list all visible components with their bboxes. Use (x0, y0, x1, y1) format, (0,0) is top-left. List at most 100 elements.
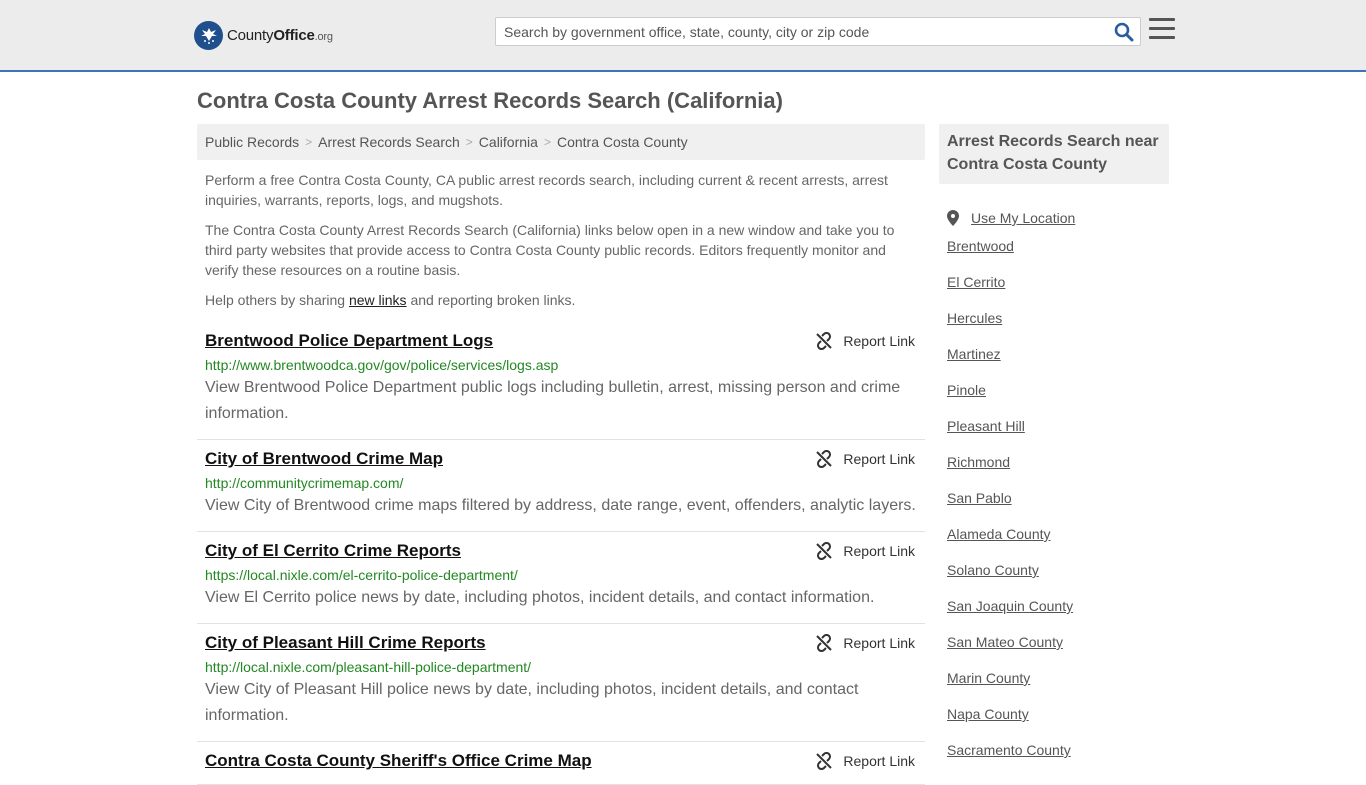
report-link-label: Report Link (843, 543, 915, 559)
new-links-link[interactable]: new links (349, 292, 407, 308)
result-item: Brentwood Police Department Logs Report … (197, 322, 925, 440)
logo-text: CountyOffice.org (227, 27, 333, 44)
search-button[interactable] (1114, 22, 1134, 42)
search-input[interactable] (496, 18, 1106, 45)
sidebar-link[interactable]: Sacramento County (947, 742, 1071, 758)
intro-paragraph-1: Perform a free Contra Costa County, CA p… (205, 172, 888, 208)
report-link-label: Report Link (843, 753, 915, 769)
sidebar-item-richmond: Richmond (947, 452, 1169, 488)
breadcrumb-public-records[interactable]: Public Records (205, 134, 299, 150)
broken-link-icon (816, 542, 833, 560)
result-description: View El Cerrito police news by date, inc… (205, 589, 875, 606)
sidebar-item-san-mateo-county: San Mateo County (947, 632, 1169, 668)
sidebar-link[interactable]: San Joaquin County (947, 598, 1073, 614)
intro-paragraph-2: The Contra Costa County Arrest Records S… (205, 222, 895, 278)
breadcrumb-contra-costa-county[interactable]: Contra Costa County (557, 134, 688, 150)
sidebar-item-marin-county: Marin County (947, 668, 1169, 704)
result-url: http://local.nixle.com/pleasant-hill-pol… (205, 659, 532, 675)
hamburger-icon-bar (1149, 36, 1175, 39)
result-title-link[interactable]: City of Brentwood Crime Map (205, 448, 443, 470)
report-link-label: Report Link (843, 333, 915, 349)
broken-link-icon (816, 332, 833, 350)
result-title-link[interactable]: City of El Cerrito Crime Reports (205, 540, 461, 562)
result-title-link[interactable]: City of Pleasant Hill Crime Reports (205, 632, 486, 654)
sidebar-link[interactable]: San Mateo County (947, 634, 1063, 650)
result-title-link[interactable]: Contra Costa County Sheriff's Office Cri… (205, 750, 592, 772)
sidebar-item-sacramento-county: Sacramento County (947, 740, 1169, 776)
result-item: City of Pleasant Hill Crime Reports Repo… (197, 624, 925, 742)
report-link-label: Report Link (843, 635, 915, 651)
sidebar-item-san-pablo: San Pablo (947, 488, 1169, 524)
eagle-seal-icon (194, 20, 223, 50)
intro-help-text-end: and reporting broken links. (406, 292, 576, 308)
site-header: CountyOffice.org (0, 0, 1366, 72)
sidebar-item-napa-county: Napa County (947, 704, 1169, 740)
sidebar-link[interactable]: Brentwood (947, 238, 1014, 254)
sidebar-link[interactable]: Napa County (947, 706, 1029, 722)
result-description: View Brentwood Police Department public … (205, 379, 901, 422)
hamburger-menu-button[interactable] (1149, 18, 1175, 42)
search-icon (1114, 22, 1134, 42)
intro-help-text: Help others by sharing (205, 292, 349, 308)
sidebar-item-pinole: Pinole (947, 380, 1169, 416)
result-item: Contra Costa County Sheriff's Office Cri… (197, 742, 925, 785)
broken-link-icon (816, 752, 833, 770)
sidebar-item-hercules: Hercules (947, 308, 1169, 344)
logo-text-office: Office (273, 26, 315, 44)
sidebar-link[interactable]: Pinole (947, 382, 986, 398)
report-link-button[interactable]: Report Link (815, 542, 915, 560)
breadcrumb-arrest-records-search[interactable]: Arrest Records Search (318, 134, 460, 150)
sidebar-link[interactable]: Hercules (947, 310, 1002, 326)
result-item: City of El Cerrito Crime Reports Report … (197, 532, 925, 624)
sidebar-item-martinez: Martinez (947, 344, 1169, 380)
report-link-button[interactable]: Report Link (815, 332, 915, 350)
sidebar-item-brentwood: Brentwood (947, 236, 1169, 272)
broken-link-icon (816, 450, 833, 468)
sidebar-link[interactable]: San Pablo (947, 490, 1012, 506)
breadcrumb-california[interactable]: California (479, 134, 538, 150)
hamburger-icon-bar (1149, 18, 1175, 21)
site-logo[interactable]: CountyOffice.org (194, 20, 333, 50)
result-description: View City of Brentwood crime maps filter… (205, 497, 916, 514)
results-list: Brentwood Police Department Logs Report … (197, 322, 925, 785)
broken-link-icon (816, 634, 833, 652)
logo-text-org: .org (314, 30, 333, 43)
sidebar-item-pleasant-hill: Pleasant Hill (947, 416, 1169, 452)
report-link-button[interactable]: Report Link (815, 450, 915, 468)
hamburger-icon-bar (1149, 27, 1175, 30)
breadcrumb: Public Records > Arrest Records Search >… (197, 124, 925, 160)
use-my-location-link[interactable]: Use My Location (971, 208, 1075, 228)
page-title: Contra Costa County Arrest Records Searc… (197, 88, 783, 113)
map-pin-icon (947, 210, 959, 226)
result-url: http://communitycrimemap.com/ (205, 475, 404, 491)
logo-text-county: County (227, 26, 274, 44)
breadcrumb-separator: > (305, 135, 313, 149)
result-title-link[interactable]: Brentwood Police Department Logs (205, 330, 493, 352)
breadcrumb-separator: > (465, 135, 473, 149)
sidebar-item-el-cerrito: El Cerrito (947, 272, 1169, 308)
use-my-location-item: Use My Location (947, 200, 1169, 236)
result-item: City of Brentwood Crime Map Report Link … (197, 440, 925, 532)
sidebar-nearby-list: Use My Location Brentwood El Cerrito Her… (947, 200, 1169, 776)
sidebar-link[interactable]: Martinez (947, 346, 1001, 362)
search-box (495, 17, 1141, 46)
sidebar-link[interactable]: Marin County (947, 670, 1030, 686)
result-description: View City of Pleasant Hill police news b… (205, 681, 859, 724)
breadcrumb-separator: > (543, 135, 551, 149)
sidebar-link[interactable]: Solano County (947, 562, 1039, 578)
sidebar-item-solano-county: Solano County (947, 560, 1169, 596)
report-link-button[interactable]: Report Link (815, 634, 915, 652)
intro-text: Perform a free Contra Costa County, CA p… (205, 170, 917, 320)
report-link-label: Report Link (843, 451, 915, 467)
sidebar-item-alameda-county: Alameda County (947, 524, 1169, 560)
sidebar-link[interactable]: Alameda County (947, 526, 1051, 542)
intro-paragraph-3: Help others by sharing new links and rep… (205, 290, 917, 310)
sidebar-link[interactable]: El Cerrito (947, 274, 1005, 290)
sidebar-link[interactable]: Pleasant Hill (947, 418, 1025, 434)
sidebar-heading: Arrest Records Search near Contra Costa … (939, 124, 1169, 184)
report-link-button[interactable]: Report Link (815, 752, 915, 770)
sidebar-item-san-joaquin-county: San Joaquin County (947, 596, 1169, 632)
sidebar-link[interactable]: Richmond (947, 454, 1010, 470)
result-url: http://www.brentwoodca.gov/gov/police/se… (205, 357, 559, 373)
result-url: https://local.nixle.com/el-cerrito-polic… (205, 567, 518, 583)
